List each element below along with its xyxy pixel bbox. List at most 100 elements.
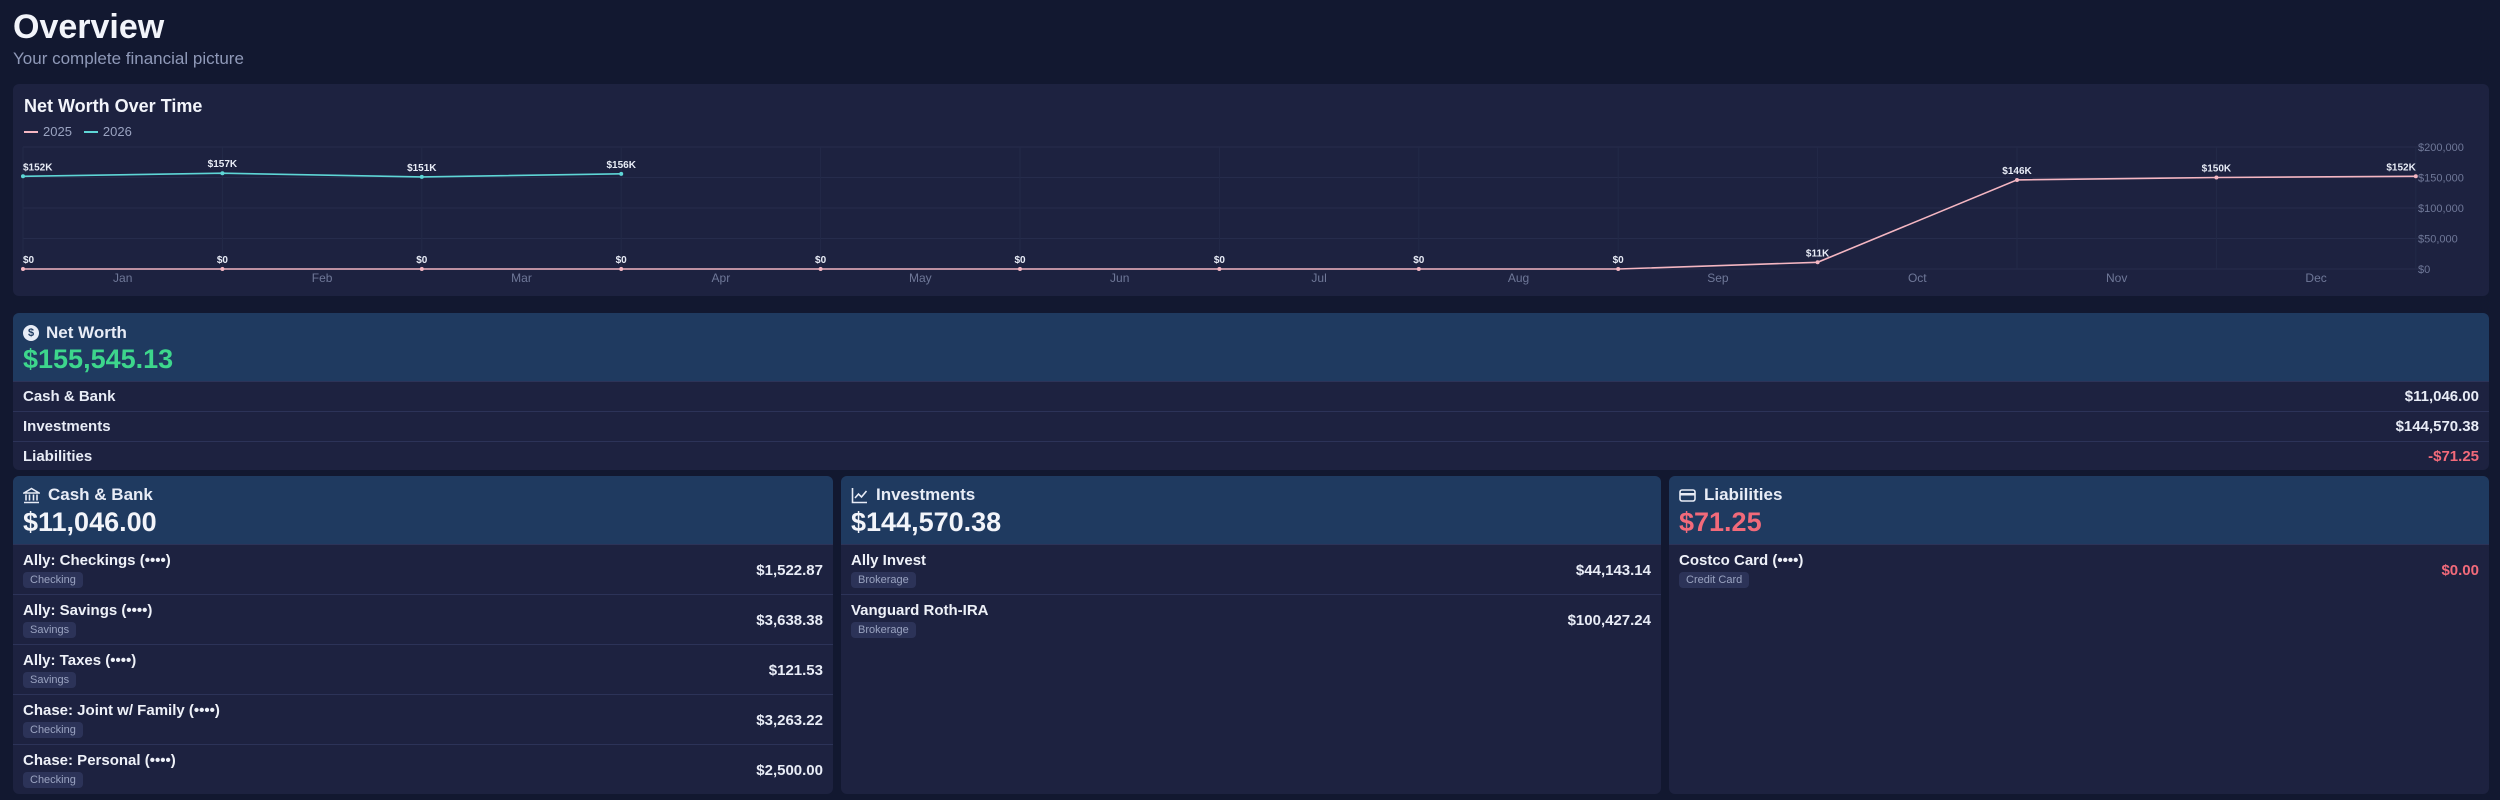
- data-point: [1416, 267, 1421, 271]
- x-tick-label: Jan: [113, 271, 132, 285]
- row-label: Cash & Bank: [23, 388, 116, 405]
- row-label: Investments: [23, 418, 111, 435]
- account-row[interactable]: Vanguard Roth-IRA Brokerage $100,427.24: [841, 594, 1661, 644]
- account-row[interactable]: Costco Card (••••) Credit Card $0.00: [1669, 544, 2489, 594]
- net-worth-chart-card: $0 $50,000 $100,000 $150,000 $200,000 Jan Feb M…: [13, 84, 2489, 296]
- account-row[interactable]: Chase: Personal (••••) Checking $2,500.0…: [13, 744, 833, 794]
- cash-bank-header: Cash & Bank $11,046.00: [13, 476, 833, 544]
- data-label: $146K: [2002, 166, 2032, 177]
- account-name: Ally Invest: [851, 552, 927, 569]
- page-subtitle: Your complete financial picture: [13, 49, 244, 68]
- credit-card-icon: [1679, 488, 1696, 502]
- x-tick-label: Oct: [1908, 271, 1927, 285]
- data-label: $152K: [23, 162, 53, 173]
- account-name: Ally: Taxes (••••): [23, 652, 137, 669]
- x-tick-label: Jul: [1311, 271, 1326, 285]
- net-worth-row-investments: Investments $144,570.38: [13, 411, 2489, 441]
- account-type-badge: Brokerage: [851, 622, 916, 638]
- account-row[interactable]: Ally: Taxes (••••) Savings $121.53: [13, 644, 833, 694]
- data-label: $0: [1613, 255, 1625, 266]
- chart-title: Net Worth Over Time: [24, 96, 203, 116]
- x-tick-label: Feb: [312, 271, 333, 285]
- liabilities-header: Liabilities $71.25: [1669, 476, 2489, 544]
- data-point: [21, 174, 25, 179]
- account-type-badge: Checking: [23, 722, 83, 738]
- account-row[interactable]: Ally Invest Brokerage $44,143.14: [841, 544, 1661, 594]
- account-row[interactable]: Ally: Savings (••••) Savings $3,638.38: [13, 594, 833, 644]
- data-point: [619, 267, 624, 271]
- x-tick-label: Apr: [712, 271, 731, 285]
- investments-card: Investments $144,570.38 Ally Invest Brok…: [841, 476, 1661, 794]
- account-type-badge: Credit Card: [1679, 572, 1750, 588]
- net-worth-label-text: Net Worth: [46, 323, 127, 342]
- data-point: [2214, 175, 2219, 180]
- data-point: [419, 267, 424, 271]
- row-value: -$71.25: [2428, 448, 2479, 465]
- liabilities-label: Liabilities: [1679, 485, 1782, 505]
- cash-bank-total: $11,046.00: [23, 507, 157, 537]
- y-tick-label: $150,000: [2418, 173, 2464, 185]
- liabilities-total: $71.25: [1679, 507, 1762, 537]
- legend-item-2026[interactable]: 2026: [83, 124, 132, 139]
- data-label: $157K: [208, 159, 238, 170]
- account-type-badge: Brokerage: [851, 572, 916, 588]
- account-type-badge: Savings: [23, 622, 77, 638]
- account-amount: $3,638.38: [756, 612, 823, 629]
- account-name: Ally: Checkings (••••): [23, 552, 171, 569]
- account-row[interactable]: Ally: Checkings (••••) Checking $1,522.8…: [13, 544, 833, 594]
- data-point: [1217, 267, 1222, 271]
- data-label: $0: [1214, 255, 1226, 266]
- account-amount: $100,427.24: [1567, 612, 1651, 629]
- investments-title: Investments: [876, 485, 976, 504]
- data-point: [1616, 267, 1621, 271]
- x-tick-label: Dec: [2305, 271, 2326, 285]
- investments-total: $144,570.38: [851, 507, 1002, 537]
- legend-item-2025[interactable]: 2025: [24, 124, 72, 139]
- account-amount: $2,500.00: [756, 762, 823, 779]
- data-point: [619, 171, 624, 176]
- row-value: $11,046.00: [2404, 388, 2479, 405]
- data-label: $11K: [1806, 248, 1830, 259]
- bank-icon: [23, 487, 40, 503]
- y-tick-label: $50,000: [2418, 234, 2458, 246]
- net-worth-value: $155,545.13: [23, 344, 174, 374]
- data-label: $0: [1014, 255, 1026, 266]
- legend-swatch-2026: [83, 130, 98, 133]
- legend-label: 2026: [102, 124, 132, 139]
- investments-label: Investments: [851, 485, 975, 505]
- chart-legend: 2025 2026: [24, 124, 132, 139]
- investments-header: Investments $144,570.38: [841, 476, 1661, 544]
- account-amount: $3,263.22: [756, 712, 823, 729]
- y-tick-label: $200,000: [2418, 142, 2464, 154]
- data-label: $150K: [2202, 164, 2232, 175]
- net-worth-chart: $0 $50,000 $100,000 $150,000 $200,000 Jan Feb M…: [21, 142, 2464, 285]
- data-point: [818, 267, 823, 271]
- net-worth-header: $ Net Worth $155,545.13: [13, 313, 2489, 381]
- liabilities-card: Liabilities $71.25 Costco Card (••••) Cr…: [1669, 476, 2489, 794]
- dollar-circle-icon: $: [23, 325, 39, 341]
- net-worth-row-cash: Cash & Bank $11,046.00: [13, 381, 2489, 411]
- y-tick-label: $100,000: [2418, 203, 2464, 215]
- data-label: $151K: [407, 163, 437, 174]
- page-header: Overview Your complete financial picture: [13, 6, 244, 69]
- data-label: $0: [217, 255, 229, 266]
- data-point: [1018, 267, 1022, 271]
- row-value: $144,570.38: [2395, 418, 2479, 435]
- account-amount: $0.00: [2441, 562, 2479, 579]
- account-name: Ally: Savings (••••): [23, 602, 153, 619]
- data-point: [220, 171, 225, 176]
- account-row[interactable]: Chase: Joint w/ Family (••••) Checking $…: [13, 694, 833, 744]
- data-label: $0: [616, 255, 628, 266]
- account-amount: $44,143.14: [1575, 562, 1651, 579]
- data-point: [1815, 260, 1820, 265]
- page-title: Overview: [13, 8, 165, 46]
- data-label: $156K: [606, 160, 636, 171]
- data-label: $0: [1413, 255, 1425, 266]
- cash-bank-card: Cash & Bank $11,046.00 Ally: Checkings (…: [13, 476, 833, 794]
- net-worth-summary: $ Net Worth $155,545.13 Cash & Bank $11,…: [13, 313, 2489, 470]
- x-tick-label: Sep: [1707, 271, 1729, 285]
- account-amount: $1,522.87: [756, 562, 823, 579]
- data-point: [2015, 177, 2019, 182]
- x-tick-label: Nov: [2106, 271, 2127, 285]
- x-tick-label: Mar: [511, 271, 532, 285]
